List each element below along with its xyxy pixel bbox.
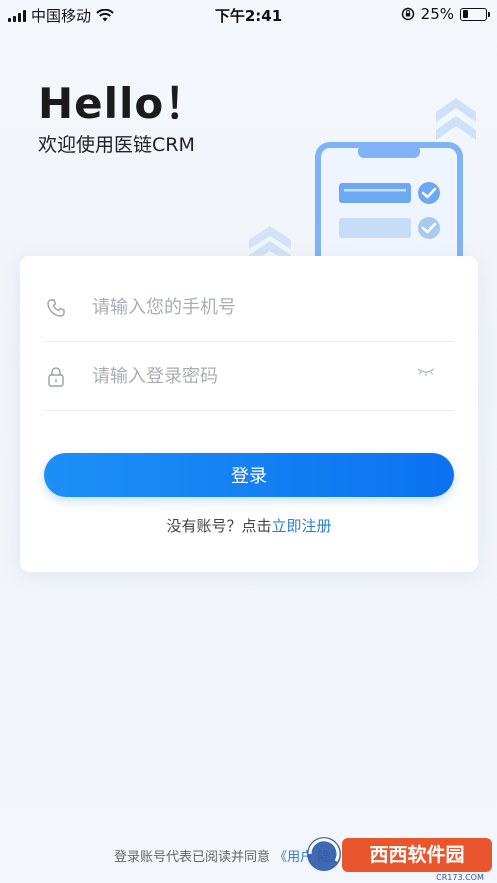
- battery-percent: 25%: [420, 5, 454, 23]
- rotation-lock-icon: [401, 7, 414, 21]
- password-field: [44, 343, 454, 411]
- greeting-title: Hello！: [38, 79, 208, 128]
- register-link[interactable]: 立即注册: [272, 517, 332, 535]
- watermark-site: CR173.COM: [436, 873, 484, 882]
- eye-closed-icon[interactable]: [416, 367, 436, 377]
- chevron-up-decoration-icon: [436, 98, 476, 140]
- phone-illustration: [249, 98, 476, 265]
- phone-icon: [44, 296, 68, 320]
- watermark-brand: 西西软件园: [369, 843, 464, 866]
- phone-input[interactable]: [92, 297, 454, 318]
- register-prompt-line: 没有账号？点击立即注册: [20, 515, 478, 536]
- greeting-subtitle: 欢迎使用医链CRM: [38, 134, 195, 156]
- phone-field: [44, 274, 454, 342]
- site-watermark-logo: 西西软件园 CR173.COM: [307, 837, 492, 882]
- login-button[interactable]: 登录: [44, 453, 454, 497]
- register-prompt: 没有账号？点击: [166, 517, 272, 535]
- status-right: 25%: [401, 5, 490, 23]
- lock-icon: [44, 365, 68, 389]
- login-card: 登录 没有账号？点击立即注册: [20, 256, 478, 572]
- agreement-text: 登录账号代表已阅读并同意: [114, 850, 271, 865]
- battery-icon: [460, 7, 490, 21]
- password-input[interactable]: [92, 366, 454, 387]
- status-bar: 中国移动 下午2:41 25%: [0, 0, 497, 28]
